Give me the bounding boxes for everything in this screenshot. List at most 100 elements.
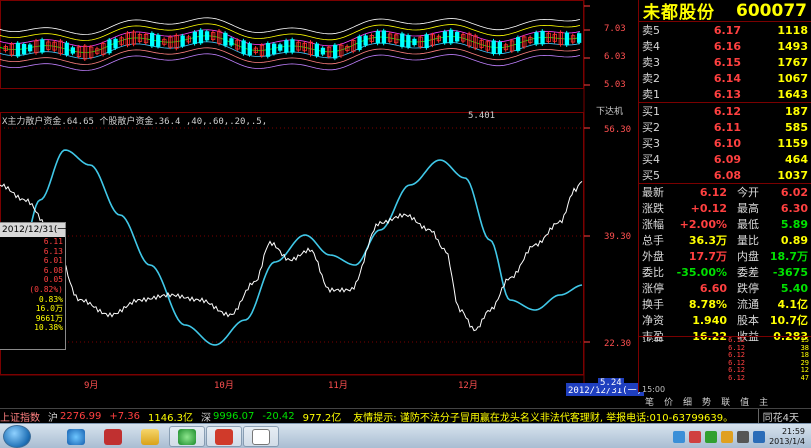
candle-body bbox=[180, 35, 185, 47]
stat-label-2: 最低 bbox=[737, 218, 759, 231]
x-axis-nov: 11月 bbox=[328, 381, 348, 391]
candle-body bbox=[442, 31, 448, 44]
tick-time bbox=[639, 360, 669, 368]
candle-body bbox=[113, 38, 118, 49]
ticker-change2: -20.42 bbox=[262, 410, 295, 422]
candle-body bbox=[284, 40, 289, 53]
tray-volume-icon[interactable] bbox=[737, 430, 750, 443]
ticker-index1: 2276.99 bbox=[60, 410, 102, 422]
bid-row[interactable]: 买1 6.12 187 bbox=[639, 103, 811, 119]
data-window-row-value: 0.83% bbox=[38, 294, 63, 304]
taskbar-app6[interactable] bbox=[243, 426, 279, 447]
book-level-label: 买5 bbox=[642, 169, 660, 182]
bid-row[interactable]: 买5 6.08 1037 bbox=[639, 167, 811, 183]
candle-body bbox=[21, 43, 27, 54]
data-window-title: 2012/12/31(一) bbox=[0, 223, 70, 237]
stat-row: 委比 -35.00% 委差 -3675 bbox=[639, 264, 811, 280]
data-window-row-value: 6.08 bbox=[43, 265, 63, 275]
taskbar-app5[interactable] bbox=[206, 426, 242, 447]
ticker-change1: +7.36 bbox=[109, 410, 141, 422]
tray-flag-icon[interactable] bbox=[753, 430, 766, 443]
ticker-right-label[interactable]: 同花4天 bbox=[757, 409, 799, 423]
clock-time: 21:59 bbox=[781, 426, 805, 436]
retail-fund-line bbox=[0, 181, 583, 332]
taskbar-app4[interactable] bbox=[169, 426, 205, 447]
ticker-label2: 深 bbox=[201, 412, 212, 424]
taskbar-explorer[interactable] bbox=[132, 426, 168, 447]
candle-body bbox=[204, 31, 210, 41]
bid-book: 买1 6.12 187 买2 6.11 585 买3 6.10 1159 买4 6.09 464 买5 6… bbox=[639, 103, 811, 184]
ie-icon bbox=[67, 428, 85, 445]
candle-body bbox=[198, 29, 204, 44]
book-level-label: 卖4 bbox=[642, 40, 660, 53]
data-window-row-value: 10.38% bbox=[34, 323, 63, 333]
sub-pane-label: 下达机 bbox=[596, 107, 624, 117]
ask-row[interactable]: 卖4 6.16 1493 bbox=[639, 38, 811, 54]
ask-row[interactable]: 卖5 6.17 1118 bbox=[639, 22, 811, 38]
clock[interactable]: 21:59 2013/1/4 bbox=[769, 427, 809, 447]
data-window-row-value: 6.13 bbox=[43, 246, 63, 256]
data-window[interactable]: 2012/12/31(一) 6.11 6.13 6.01 6.08 0.05 (0.82%… bbox=[0, 222, 70, 350]
tray-app2-icon[interactable] bbox=[705, 430, 718, 443]
quote-tabs: 笔价细势联值主 bbox=[642, 395, 811, 408]
data-window-row-value: 16.0万 bbox=[35, 304, 63, 314]
quote-tab[interactable]: 笔 bbox=[642, 395, 657, 408]
tick-section: 14:55 6.12 15 6.12 38 6.12 18 6.12 29 6.12 12 6.12 4… bbox=[639, 336, 811, 394]
stat-label-2: 委差 bbox=[737, 266, 759, 279]
candle-body bbox=[454, 31, 460, 42]
taskbar-ie[interactable] bbox=[58, 426, 94, 447]
data-window-row-value: 6.01 bbox=[43, 256, 63, 266]
taskbar-app2[interactable] bbox=[95, 426, 131, 447]
stat-value: +0.12 bbox=[690, 201, 727, 215]
stat-row: 净资 1.940 股本 10.7亿 bbox=[639, 312, 811, 328]
stat-value: 6.60 bbox=[699, 281, 727, 295]
stat-value-2: -3675 bbox=[772, 265, 808, 279]
candle-body bbox=[192, 31, 198, 44]
chart-area[interactable]: X主力散户资金.64.65 个股散户资金.36.4 ,40,.60,.20,.5… bbox=[0, 0, 645, 396]
stat-label: 外盘 bbox=[642, 250, 664, 263]
quote-tab[interactable]: 价 bbox=[661, 395, 676, 408]
tray-network-icon[interactable] bbox=[673, 430, 686, 443]
data-window-row: 0.05 bbox=[0, 275, 65, 285]
tray-app-icon[interactable] bbox=[689, 430, 702, 443]
quote-tab[interactable]: 细 bbox=[680, 395, 695, 408]
quote-tab[interactable]: 主 bbox=[756, 395, 771, 408]
ask-row[interactable]: 卖3 6.15 1767 bbox=[639, 54, 811, 70]
stat-value-2: 4.1亿 bbox=[777, 298, 809, 311]
kline-chart-canvas[interactable] bbox=[0, 0, 593, 392]
ask-row[interactable]: 卖1 6.13 1643 bbox=[639, 86, 811, 102]
tick-row: 6.12 18 bbox=[639, 351, 811, 360]
candle-body bbox=[64, 42, 69, 56]
tick-volume: 47 bbox=[800, 373, 809, 382]
quote-tab[interactable]: 值 bbox=[737, 395, 752, 408]
quote-tab[interactable]: 势 bbox=[699, 395, 714, 408]
start-button[interactable] bbox=[3, 425, 31, 448]
stat-value-2: 0.89 bbox=[780, 233, 808, 247]
stat-value: 36.3万 bbox=[688, 234, 727, 247]
candle-body bbox=[320, 47, 326, 55]
kline-axis-mid: 6.03 bbox=[604, 52, 626, 62]
candle-body bbox=[332, 44, 338, 59]
book-price: 6.11 bbox=[713, 120, 741, 134]
candle-body bbox=[357, 36, 362, 50]
quote-tab[interactable]: 联 bbox=[718, 395, 733, 408]
stat-row: 涨幅 +2.00% 最低 5.89 bbox=[639, 216, 811, 232]
kline-axis-top: 7.03 bbox=[604, 24, 626, 34]
stat-label: 涨停 bbox=[642, 282, 664, 295]
tick-row: 6.12 29 bbox=[639, 359, 811, 368]
stat-value-2: 5.40 bbox=[780, 281, 808, 295]
tray-app3-icon[interactable] bbox=[721, 430, 734, 443]
bid-row[interactable]: 买4 6.09 464 bbox=[639, 151, 811, 167]
tick-time-end: 15:00 bbox=[642, 385, 666, 394]
stock-code: 600077 bbox=[736, 0, 807, 21]
book-volume: 1493 bbox=[777, 39, 808, 53]
channel-band-line bbox=[0, 17, 581, 35]
ask-row[interactable]: 卖2 6.14 1067 bbox=[639, 70, 811, 86]
bid-row[interactable]: 买3 6.10 1159 bbox=[639, 135, 811, 151]
candle-body bbox=[223, 32, 228, 46]
candle-body bbox=[290, 39, 295, 53]
bid-row[interactable]: 买2 6.11 585 bbox=[639, 119, 811, 135]
ticker-index2: 9996.07 bbox=[213, 410, 255, 422]
channel-band-line bbox=[0, 23, 581, 41]
book-level-label: 卖2 bbox=[642, 72, 660, 85]
